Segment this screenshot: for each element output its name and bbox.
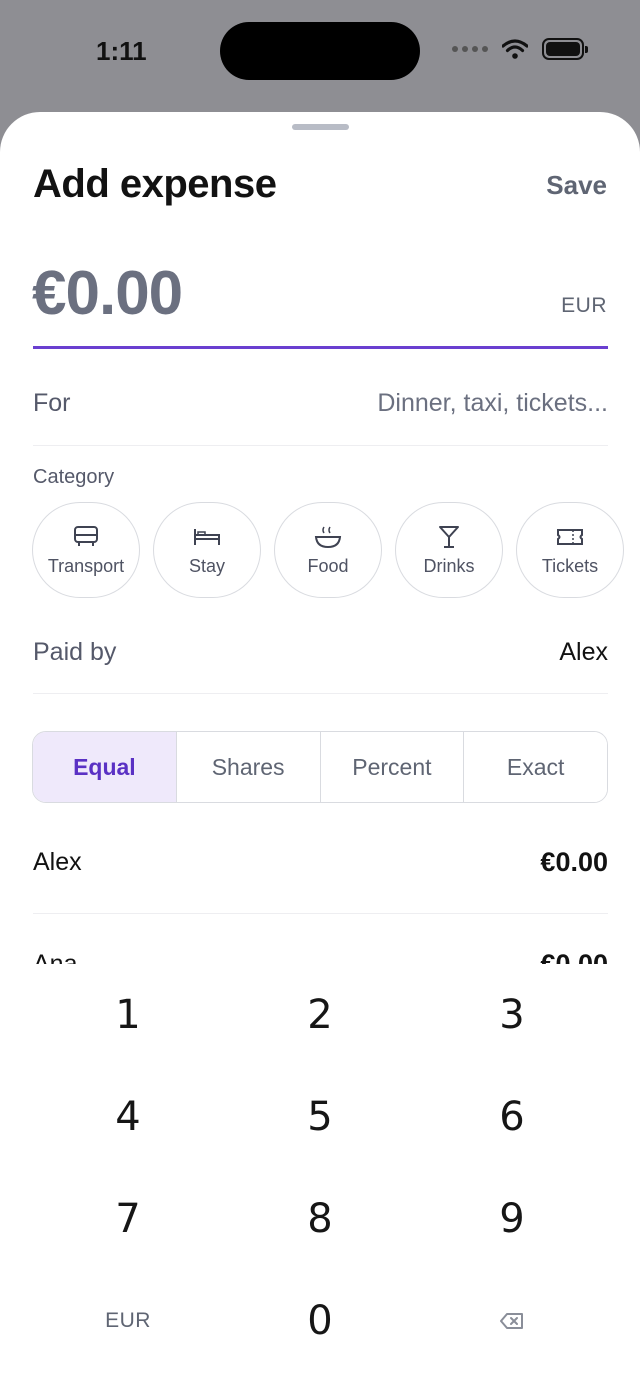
status-icons [452, 38, 588, 60]
for-row: For [33, 362, 608, 446]
category-tickets[interactable]: Tickets [516, 502, 624, 598]
status-bar: 1:11 [0, 0, 640, 110]
participant-amount: €0.00 [540, 847, 608, 877]
list-item[interactable]: Ana €0.00 [33, 914, 608, 964]
bus-icon [74, 525, 98, 546]
category-label: Category [33, 466, 115, 488]
category-list: Transport Stay Food Drinks Tickets [32, 502, 640, 598]
category-label-text: Transport [47, 555, 125, 576]
participant-name: Alex [33, 848, 82, 876]
list-item[interactable]: Alex €0.00 [33, 812, 608, 914]
participant-list: Alex €0.00 Ana €0.00 [0, 812, 640, 964]
category-food[interactable]: Food [274, 502, 382, 598]
ticket-icon [557, 528, 583, 545]
backspace-icon [500, 1313, 523, 1329]
key-9[interactable]: 9 [416, 1168, 608, 1270]
numeric-keypad: 1 2 3 4 5 6 7 8 9 EUR 0 [0, 964, 640, 1391]
bed-icon [194, 528, 220, 545]
key-7[interactable]: 7 [32, 1168, 224, 1270]
page-title: Add expense [33, 162, 277, 206]
save-button[interactable]: Save [546, 170, 607, 201]
add-expense-sheet: Add expense Save €0.00 EUR For Category … [0, 112, 640, 1391]
key-6[interactable]: 6 [416, 1066, 608, 1168]
amount-underline [33, 346, 608, 349]
category-transport[interactable]: Transport [32, 502, 140, 598]
amount-input[interactable]: €0.00 [32, 258, 183, 329]
key-5[interactable]: 5 [224, 1066, 416, 1168]
for-label: For [33, 389, 71, 417]
category-label-text: Food [307, 555, 349, 576]
tab-exact[interactable]: Exact [464, 732, 607, 802]
split-mode-tabs: Equal Shares Percent Exact [32, 731, 608, 803]
participant-amount: €0.00 [540, 949, 608, 964]
paid-by-value[interactable]: Alex [559, 638, 608, 667]
bowl-icon [314, 526, 342, 548]
paid-by-label: Paid by [33, 638, 117, 666]
paid-by-row[interactable]: Paid by Alex [33, 612, 608, 694]
battery-icon [542, 38, 588, 60]
key-4[interactable]: 4 [32, 1066, 224, 1168]
participant-name: Ana [33, 950, 78, 964]
sheet-grabber[interactable] [292, 124, 349, 130]
currency-selector[interactable]: EUR [561, 294, 607, 318]
dynamic-island [220, 22, 420, 80]
description-input[interactable] [248, 389, 608, 418]
tab-equal[interactable]: Equal [33, 732, 177, 802]
category-label-text: Drinks [423, 555, 475, 576]
signal-icon [452, 46, 488, 52]
category-label-text: Stay [188, 555, 226, 576]
key-1[interactable]: 1 [32, 964, 224, 1066]
tab-percent[interactable]: Percent [320, 732, 465, 802]
key-8[interactable]: 8 [224, 1168, 416, 1270]
key-0[interactable]: 0 [224, 1270, 416, 1372]
cocktail-icon [439, 525, 459, 548]
status-time: 1:11 [96, 36, 147, 66]
category-stay[interactable]: Stay [153, 502, 261, 598]
wifi-icon [502, 39, 528, 59]
key-3[interactable]: 3 [416, 964, 608, 1066]
category-label-text: Tickets [541, 555, 599, 576]
category-drinks[interactable]: Drinks [395, 502, 503, 598]
key-2[interactable]: 2 [224, 964, 416, 1066]
key-currency[interactable]: EUR [32, 1270, 224, 1372]
key-backspace[interactable] [416, 1270, 608, 1372]
tab-shares[interactable]: Shares [176, 732, 321, 802]
